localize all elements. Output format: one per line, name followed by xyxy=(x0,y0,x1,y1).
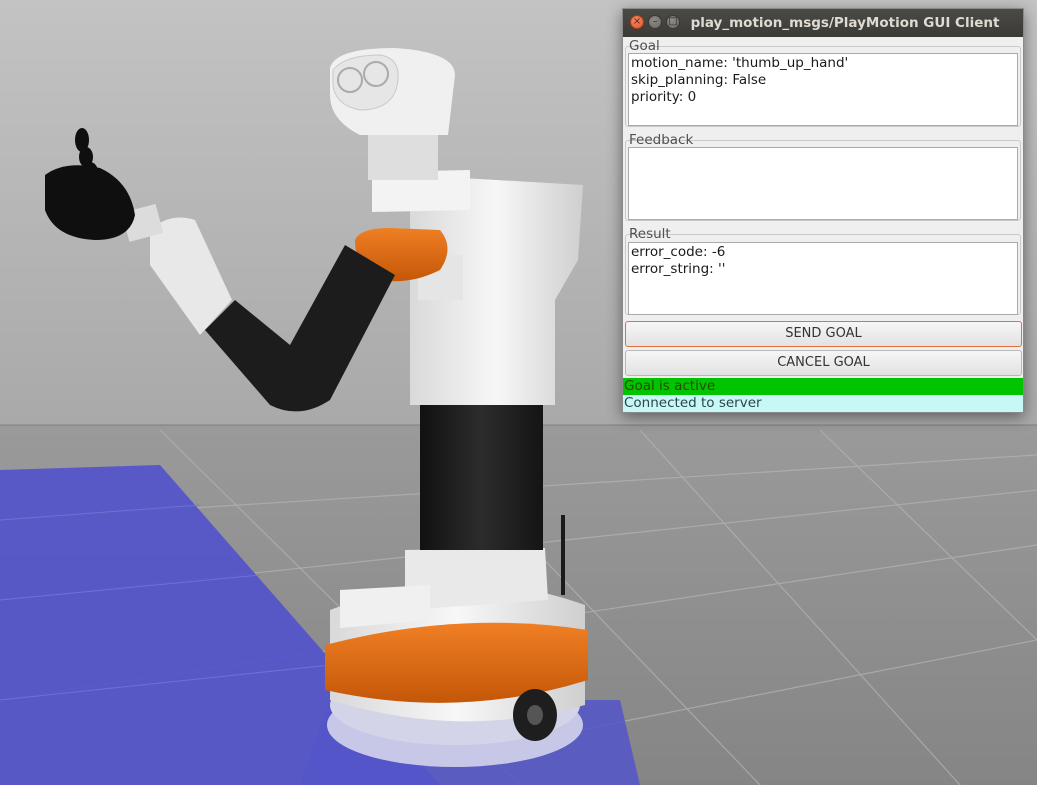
result-group: Result error_code: -6 error_string: '' xyxy=(625,227,1021,315)
result-line: error_string: '' xyxy=(631,261,726,277)
close-icon[interactable]: × xyxy=(630,15,644,29)
goal-line: priority: 0 xyxy=(631,89,697,105)
feedback-textarea[interactable] xyxy=(628,147,1018,220)
feedback-group: Feedback xyxy=(625,133,1021,221)
result-line: error_code: -6 xyxy=(631,244,726,260)
minimize-icon[interactable]: – xyxy=(648,15,662,29)
cancel-goal-button[interactable]: CANCEL GOAL xyxy=(625,350,1022,376)
result-label: Result xyxy=(629,226,671,242)
goal-textarea[interactable]: motion_name: 'thumb_up_hand' skip_planni… xyxy=(628,53,1018,126)
goal-status-label: Goal is active xyxy=(623,378,1023,395)
goal-line: skip_planning: False xyxy=(631,72,767,88)
window-titlebar[interactable]: × – □ play_motion_msgs/PlayMotion GUI Cl… xyxy=(623,9,1023,37)
result-textarea[interactable]: error_code: -6 error_string: '' xyxy=(628,242,1018,315)
feedback-label: Feedback xyxy=(629,132,694,148)
playmotion-gui-window: × – □ play_motion_msgs/PlayMotion GUI Cl… xyxy=(622,8,1024,413)
window-title: play_motion_msgs/PlayMotion GUI Client xyxy=(690,15,1000,31)
send-goal-button[interactable]: SEND GOAL xyxy=(625,321,1022,347)
goal-group: Goal motion_name: 'thumb_up_hand' skip_p… xyxy=(625,39,1021,127)
connection-status-label: Connected to server xyxy=(623,395,1023,412)
goal-label: Goal xyxy=(629,38,660,54)
goal-line: motion_name: 'thumb_up_hand' xyxy=(631,55,849,71)
